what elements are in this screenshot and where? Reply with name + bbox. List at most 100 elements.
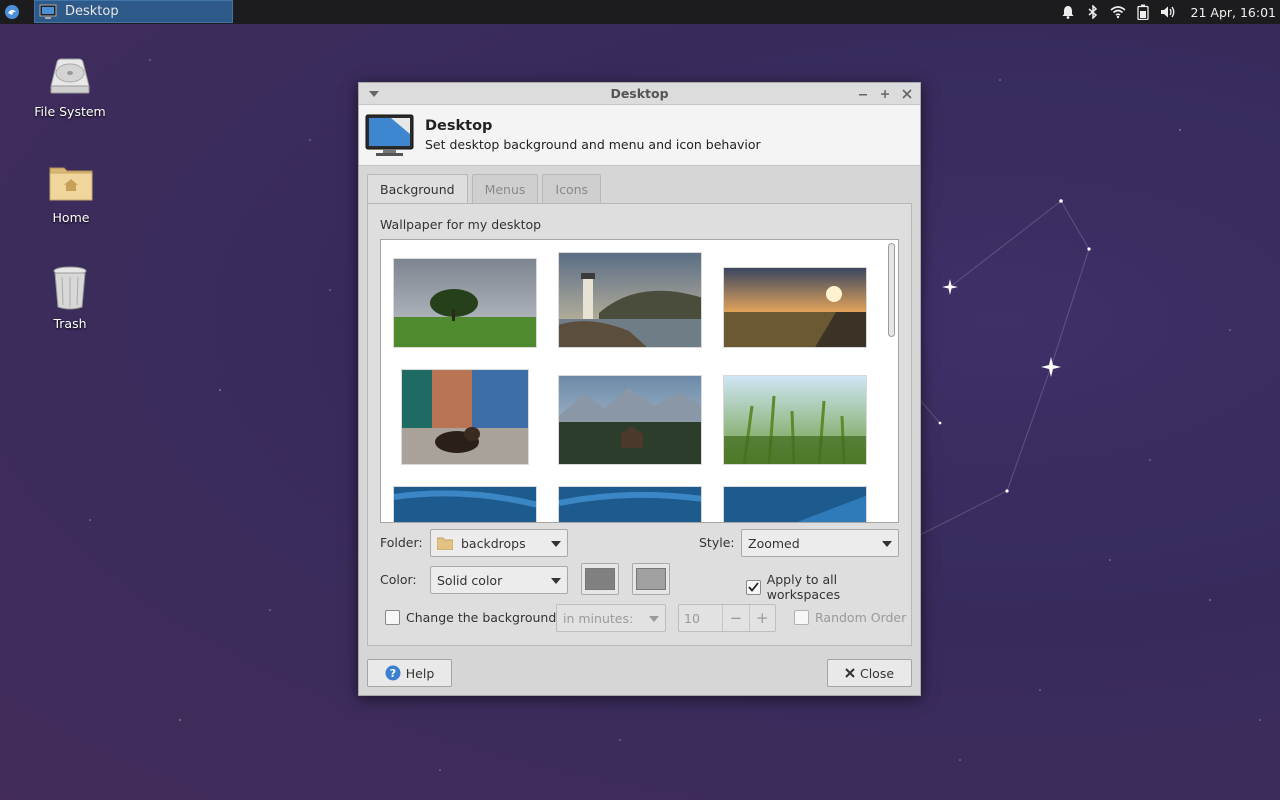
folder-label: Folder: xyxy=(380,535,423,550)
desktop-settings-icon xyxy=(39,4,57,19)
wallpaper-thumbnail[interactable] xyxy=(723,267,867,348)
gallery-scrollbar[interactable] xyxy=(888,243,895,337)
desktop-icon-label: File System xyxy=(34,104,106,119)
change-background-label: Change the background xyxy=(406,610,557,625)
desktop-settings-window: Desktop Desktop Set desktop background a… xyxy=(358,82,921,696)
chevron-down-icon xyxy=(649,616,659,622)
secondary-color-swatch xyxy=(636,568,666,590)
volume-icon xyxy=(1161,6,1175,18)
primary-color-button[interactable] xyxy=(581,563,619,595)
bluetooth-button[interactable] xyxy=(1081,0,1106,24)
maximize-button[interactable] xyxy=(876,85,894,103)
wallpaper-thumbnail[interactable] xyxy=(558,375,702,465)
battery-button[interactable] xyxy=(1131,0,1156,24)
desktop-icon-label: Home xyxy=(52,210,90,225)
svg-text:?: ? xyxy=(390,667,396,680)
tab-background[interactable]: Background xyxy=(367,174,468,204)
apply-all-workspaces-label: Apply to all workspaces xyxy=(766,572,841,602)
notification-bell-icon xyxy=(1062,6,1074,19)
header-subtitle: Set desktop background and menu and icon… xyxy=(425,137,761,152)
wallpaper-thumbnail[interactable] xyxy=(558,252,702,348)
wallpaper-label: Wallpaper for my desktop xyxy=(380,217,542,232)
window-menu-button[interactable] xyxy=(367,87,381,101)
chevron-down-icon xyxy=(882,541,892,547)
color-style-combo[interactable]: Solid color xyxy=(430,566,568,594)
wifi-icon xyxy=(1110,6,1126,19)
tab-icons[interactable]: Icons xyxy=(542,174,602,203)
style-combo[interactable]: Zoomed xyxy=(741,529,899,557)
minimize-button[interactable] xyxy=(854,85,872,103)
maximize-icon xyxy=(881,90,889,98)
folder-icon xyxy=(437,537,453,550)
wallpaper-thumbnail[interactable] xyxy=(723,486,867,523)
style-value: Zoomed xyxy=(748,535,800,551)
color-style-value: Solid color xyxy=(437,572,503,588)
decrement-button[interactable]: − xyxy=(722,605,748,631)
interval-spinbox[interactable]: 10 − + xyxy=(678,604,776,632)
help-icon: ? xyxy=(385,665,401,681)
whisker-menu-button[interactable] xyxy=(0,0,24,24)
folder-combo[interactable]: backdrops xyxy=(430,529,568,557)
close-button[interactable]: Close xyxy=(827,659,912,687)
checkbox-box xyxy=(794,610,809,625)
system-tray: 21 Apr, 16:01 xyxy=(1056,0,1280,24)
close-window-button[interactable] xyxy=(898,85,916,103)
chevron-down-icon xyxy=(369,91,379,97)
close-label: Close xyxy=(859,665,895,681)
volume-button[interactable] xyxy=(1156,0,1181,24)
style-label: Style: xyxy=(699,535,735,550)
help-button[interactable]: ? Help xyxy=(367,659,452,687)
desktop-icon-home[interactable]: Home xyxy=(21,158,121,225)
random-order-checkbox[interactable]: Random Order xyxy=(794,610,906,625)
apply-all-workspaces-checkbox[interactable]: Apply to all workspaces xyxy=(746,572,911,602)
color-label: Color: xyxy=(380,572,417,587)
increment-button[interactable]: + xyxy=(748,605,775,631)
tab-menus[interactable]: Menus xyxy=(471,174,539,203)
close-icon xyxy=(845,668,855,678)
wallpaper-thumbnail[interactable] xyxy=(723,375,867,465)
checkbox-box xyxy=(385,610,400,625)
clock[interactable]: 21 Apr, 16:01 xyxy=(1181,5,1280,20)
interval-unit-combo[interactable]: in minutes: xyxy=(556,604,666,632)
whisker-menu-icon xyxy=(5,5,19,19)
window-titlebar[interactable]: Desktop xyxy=(359,83,920,105)
bluetooth-icon xyxy=(1088,5,1098,19)
random-order-label: Random Order xyxy=(815,610,907,625)
minimize-icon xyxy=(859,94,867,96)
folder-value: backdrops xyxy=(461,535,526,551)
secondary-color-button[interactable] xyxy=(632,563,670,595)
desktop-icon-trash[interactable]: Trash xyxy=(20,264,120,331)
wallpaper-gallery[interactable] xyxy=(380,239,899,523)
close-icon xyxy=(902,89,912,99)
notifications-button[interactable] xyxy=(1056,0,1081,24)
background-tab-page: Wallpaper for my desktop Folder: backdro… xyxy=(367,203,912,646)
battery-icon xyxy=(1137,4,1149,20)
home-folder-icon xyxy=(49,167,93,201)
trash-icon xyxy=(53,266,87,310)
chevron-down-icon xyxy=(551,578,561,584)
wallpaper-thumbnail[interactable] xyxy=(558,486,702,523)
help-label: Help xyxy=(405,665,435,681)
window-title: Desktop xyxy=(610,86,669,101)
header-title: Desktop xyxy=(425,118,493,134)
desktop-monitor-icon xyxy=(365,114,414,156)
checkbox-box xyxy=(746,579,761,595)
interval-unit-value: in minutes: xyxy=(563,610,634,626)
checkmark-icon xyxy=(748,582,759,592)
taskbar-window-title: Desktop xyxy=(65,4,119,19)
taskbar-window-button[interactable]: Desktop xyxy=(34,0,233,23)
wallpaper-thumbnail[interactable] xyxy=(393,486,537,523)
tab-bar: Background Menus Icons xyxy=(367,174,605,204)
top-panel: Desktop 21 Apr, 16:01 xyxy=(0,0,1280,24)
primary-color-swatch xyxy=(585,568,615,590)
wallpaper-thumbnail[interactable] xyxy=(401,369,529,465)
network-button[interactable] xyxy=(1106,0,1131,24)
dialog-header: Desktop Set desktop background and menu … xyxy=(359,105,920,166)
desktop-icon-file-system[interactable]: File System xyxy=(20,52,120,119)
hard-drive-icon xyxy=(50,58,90,94)
desktop-icon-label: Trash xyxy=(53,316,87,331)
change-background-checkbox[interactable]: Change the background xyxy=(385,610,556,625)
chevron-down-icon xyxy=(551,541,561,547)
wallpaper-thumbnail[interactable] xyxy=(393,258,537,348)
interval-value: 10 xyxy=(684,610,700,626)
